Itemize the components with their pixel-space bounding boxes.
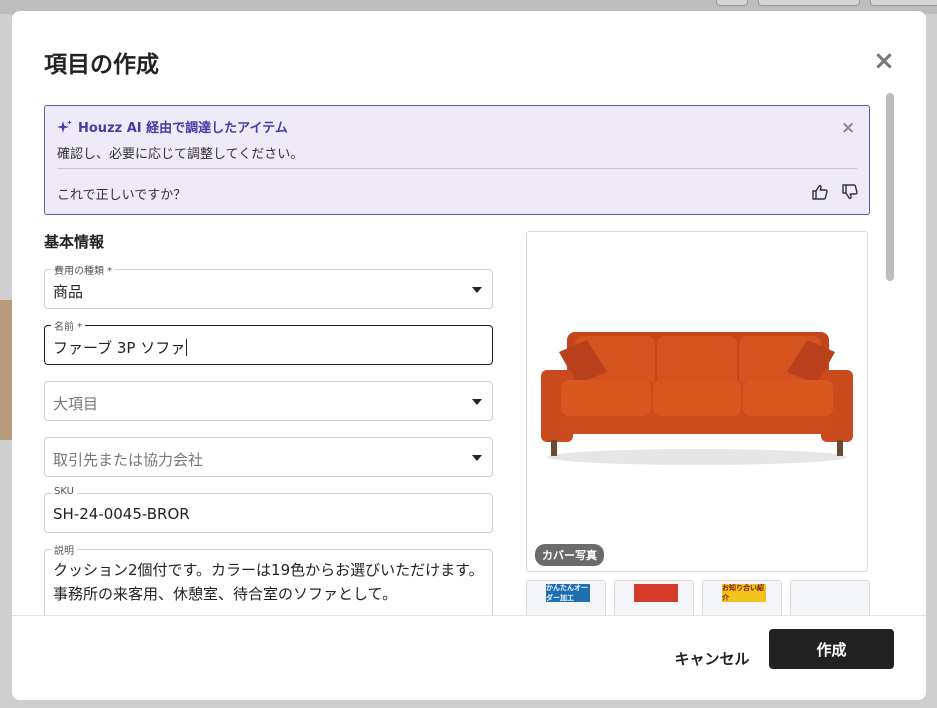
ai-notice-title-text: Houzz AI 経由で調達したアイテム <box>78 121 288 136</box>
ai-notice: Houzz AI 経由で調達したアイテム 確認し、必要に応じて調整してください。… <box>44 105 870 215</box>
thumbnail-3[interactable]: お知り合い紹介 <box>702 580 782 620</box>
chevron-down-icon <box>472 287 482 293</box>
modal-title: 項目の作成 <box>44 52 159 78</box>
section-title-basic-info: 基本情報 <box>44 233 105 251</box>
thumbnail-4[interactable] <box>790 580 870 620</box>
ai-notice-title: Houzz AI 経由で調達したアイテム <box>57 117 288 136</box>
thumbnail-caption: お知り合い紹介 <box>722 584 766 602</box>
field-label: 費用の種類 * <box>51 262 116 277</box>
ai-feedback-question: これで正しいですか？ <box>57 188 187 203</box>
sparkle-icon <box>57 119 72 133</box>
field-label: 説明 <box>51 542 77 557</box>
cover-photo[interactable]: カバー写真 <box>526 231 868 572</box>
category-select[interactable]: 大項目 <box>44 381 493 421</box>
sku-input[interactable]: SKU SH-24-0045-BROR <box>44 486 493 533</box>
expense-type-select[interactable]: 費用の種類 * 商品 <box>44 262 493 309</box>
chevron-down-icon <box>472 455 482 461</box>
background-image <box>0 300 12 440</box>
sofa-image <box>541 332 853 465</box>
create-button[interactable]: 作成 <box>769 629 894 669</box>
ai-notice-subtitle: 確認し、必要に応じて調整してください。 <box>57 147 304 162</box>
field-value: クッション2個付です。カラーは19色からお選びいただけます。事務所の来客用、休憩… <box>53 561 484 603</box>
modal-footer: キャンセル 作成 <box>12 615 926 700</box>
cancel-button[interactable]: キャンセル <box>662 638 762 678</box>
field-label: 名前 * <box>51 318 86 333</box>
close-icon[interactable]: × <box>841 118 855 138</box>
thumbnail-strip: かんたんオーダー加工 お知り合い紹介 <box>526 580 872 620</box>
thumbnail-2[interactable] <box>614 580 694 620</box>
background-button <box>758 0 860 6</box>
vendor-select[interactable]: 取引先または協力会社 <box>44 437 493 477</box>
field-value: 商品 <box>53 283 84 301</box>
field-value: ファーブ 3P ソファ <box>53 339 186 357</box>
background-button <box>870 0 937 6</box>
thumbnail-banner <box>634 584 678 602</box>
create-item-modal: 項目の作成 × Houzz AI 経由で調達したアイテム 確認し、必要に応じて調… <box>12 11 926 700</box>
field-label: SKU <box>51 486 77 497</box>
name-input[interactable]: 名前 * ファーブ 3P ソファ <box>44 318 493 365</box>
field-placeholder: 取引先または協力会社 <box>53 451 204 469</box>
scrollbar-thumb[interactable] <box>886 93 894 281</box>
thumbnail-caption: かんたんオーダー加工 <box>546 584 590 602</box>
close-icon[interactable]: × <box>870 46 898 76</box>
thumbnail-1[interactable]: かんたんオーダー加工 <box>526 580 606 620</box>
thumbs-down-icon[interactable] <box>841 183 859 201</box>
text-cursor <box>186 339 188 356</box>
chevron-down-icon <box>472 399 482 405</box>
field-value: SH-24-0045-BROR <box>53 505 190 523</box>
field-value-wrapper: ファーブ 3P ソファ <box>53 337 188 358</box>
cover-photo-badge: カバー写真 <box>535 544 604 566</box>
background-button <box>716 0 748 6</box>
thumbs-up-icon[interactable] <box>811 183 829 201</box>
field-placeholder: 大項目 <box>53 395 99 413</box>
divider <box>57 168 857 169</box>
